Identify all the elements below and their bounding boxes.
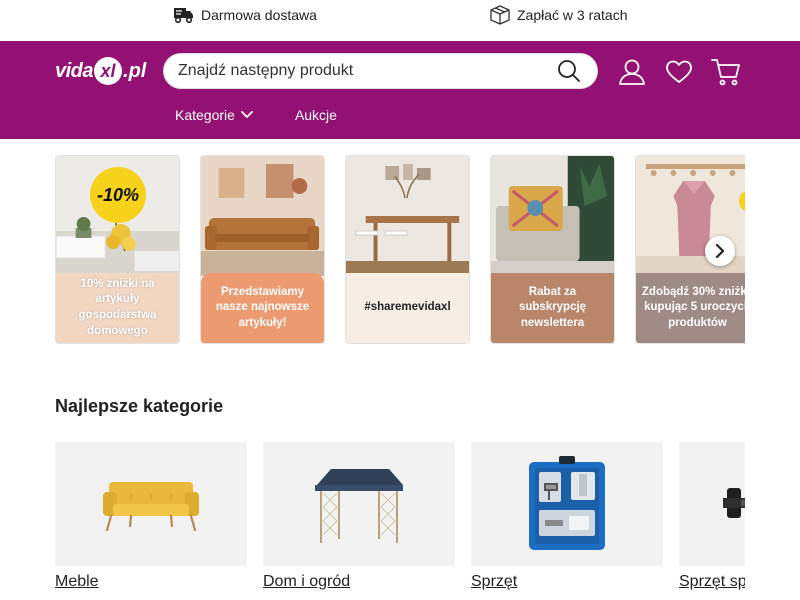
search-bar bbox=[163, 53, 598, 89]
cart-icon bbox=[711, 59, 740, 86]
category-image bbox=[471, 442, 663, 566]
category-label[interactable]: Dom i ogród bbox=[263, 573, 455, 591]
promo-banner[interactable]: -10% 10% zniżki na artykuły gospodarstwa… bbox=[55, 155, 180, 344]
category-card[interactable]: Sprzęt bbox=[471, 442, 663, 591]
category-card[interactable]: Sprzęt sp bbox=[679, 442, 745, 591]
category-image bbox=[263, 442, 455, 566]
promo-banner[interactable]: Rabat za subskrypcję newslettera bbox=[490, 155, 615, 344]
category-label[interactable]: Sprzęt sp bbox=[679, 573, 745, 591]
promo-banner[interactable]: Przedstawiamy nasze najnowsze artykuły! bbox=[200, 155, 325, 344]
nav-label: Aukcje bbox=[294, 107, 337, 123]
user-icon bbox=[619, 59, 645, 85]
usp-label: Darmowa dostawa bbox=[201, 7, 317, 23]
logo-text: vida bbox=[55, 59, 94, 82]
nav-auctions[interactable]: Aukcje bbox=[295, 103, 337, 127]
promo-banner[interactable]: #sharemevidaxl bbox=[345, 155, 470, 344]
usp-label: Zapłać w 3 ratach bbox=[517, 7, 628, 23]
sofa-icon bbox=[103, 482, 199, 532]
heart-icon bbox=[666, 60, 692, 83]
section-title: Najlepsze kategorie bbox=[55, 396, 224, 416]
banner-caption: #sharemevidaxl bbox=[346, 273, 469, 343]
carousel-next-button[interactable] bbox=[705, 236, 735, 266]
search-input[interactable] bbox=[164, 54, 549, 88]
usp-bar: Darmowa dostawa Zapłać w 3 ratach bbox=[0, 0, 800, 41]
category-card[interactable]: Dom i ogród bbox=[263, 442, 455, 591]
banner-caption: Przedstawiamy nasze najnowsze artykuły! bbox=[201, 273, 324, 343]
chevron-down-icon bbox=[241, 111, 253, 118]
wishlist-button[interactable] bbox=[662, 55, 696, 89]
promo-carousel: -10% 10% zniżki na artykuły gospodarstwa… bbox=[55, 155, 745, 345]
gazebo-icon bbox=[315, 469, 403, 543]
dining-room-image bbox=[346, 156, 469, 276]
banner-caption: Zdobądź 30% zniżki, kupując 5 uroczych p… bbox=[636, 273, 745, 343]
category-card[interactable]: Meble bbox=[55, 442, 247, 591]
search-icon bbox=[558, 60, 580, 82]
category-label[interactable]: Meble bbox=[55, 573, 247, 591]
banner-caption: 10% zniżki na artykuły gospodarstwa domo… bbox=[56, 273, 179, 343]
account-button[interactable] bbox=[615, 55, 649, 89]
usp-free-delivery: Darmowa dostawa bbox=[173, 0, 317, 30]
armchair-image bbox=[491, 156, 614, 276]
category-image bbox=[55, 442, 247, 566]
logo-badge: xl bbox=[94, 57, 123, 85]
gym-equipment-icon bbox=[723, 488, 745, 518]
spray-gun-kit-icon bbox=[529, 456, 605, 550]
nav-categories[interactable]: Kategorie bbox=[175, 103, 253, 127]
cart-button[interactable] bbox=[709, 55, 743, 89]
category-image bbox=[679, 442, 745, 566]
usp-installments: Zapłać w 3 ratach bbox=[489, 0, 628, 30]
logo-domain: .pl bbox=[123, 59, 147, 82]
sofa-room-image bbox=[201, 156, 324, 276]
vidaxl-logo[interactable]: vida xl .pl bbox=[55, 53, 146, 89]
category-list: Meble Dom i ogród Sprzęt Sprzęt sp bbox=[55, 442, 745, 600]
main-nav: Kategorie Aukcje bbox=[175, 103, 337, 127]
truck-icon bbox=[173, 6, 195, 24]
discount-badge: -10% bbox=[90, 167, 146, 223]
banner-caption: Rabat za subskrypcję newslettera bbox=[491, 273, 614, 343]
box-icon bbox=[489, 5, 511, 25]
nav-label: Kategorie bbox=[175, 107, 235, 123]
category-label[interactable]: Sprzęt bbox=[471, 573, 663, 591]
chevron-right-icon bbox=[715, 244, 725, 258]
search-button[interactable] bbox=[549, 53, 589, 89]
site-header: vida xl .pl Kategorie Aukcje bbox=[0, 41, 800, 139]
